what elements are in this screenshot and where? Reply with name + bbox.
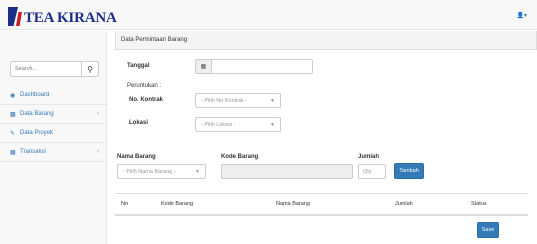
main-content: Data Permintaan Barang Tanggal ▦ Peruntu…	[107, 31, 537, 244]
jumlah-label: Jumlah	[358, 154, 380, 160]
chevron-down-icon: ▼	[195, 169, 200, 175]
lokasi-label: Lokasi	[129, 120, 149, 126]
user-menu[interactable]: 👤▾	[517, 12, 528, 19]
sidebar-item-label: Dashboard	[20, 92, 50, 98]
jumlah-input[interactable]: Qty	[358, 164, 386, 179]
column-header-no: No	[121, 201, 129, 207]
sidebar-item-dashboard[interactable]: ◉ Dashboard	[0, 86, 106, 105]
kontrak-select-value: - Pilih No Kontrak -	[201, 98, 248, 104]
column-header-status: Status	[471, 201, 487, 207]
search-icon: ⚲	[87, 64, 93, 74]
chevron-down-icon: ▼	[270, 98, 275, 104]
search-input[interactable]	[10, 61, 82, 77]
sidebar-item-label: Data Proyek	[20, 130, 54, 136]
save-button[interactable]: Save	[477, 222, 499, 238]
sidebar-item-label: Data Barang	[20, 111, 54, 117]
column-header-kode-barang: Kode Barang	[161, 201, 194, 207]
kontrak-select[interactable]: - Pilih No Kontrak - ▼	[195, 93, 281, 108]
lokasi-select[interactable]: - Pilih Lokasi - ▼	[195, 117, 281, 132]
brand-logo[interactable]: TEA KIRANA	[8, 6, 117, 26]
table-header: No Kode Barang Nama Barang Jumlah Status	[115, 193, 528, 216]
column-header-jumlah: Jumlah	[395, 201, 413, 207]
search-button[interactable]: ⚲	[82, 61, 99, 77]
chevron-left-icon: ‹	[97, 149, 99, 155]
kode-barang-field	[221, 164, 353, 179]
sidebar-item-data-proyek[interactable]: ✎ Data Proyek	[0, 124, 106, 143]
peruntukan-label: Peruntukan :	[127, 83, 162, 89]
column-header-nama-barang: Nama Barang	[276, 201, 310, 207]
tanggal-input[interactable]	[211, 59, 313, 74]
nama-barang-select-value: - Pilih Nama Barang -	[123, 169, 176, 175]
chevron-down-icon: ▼	[270, 122, 275, 128]
items-table: No Kode Barang Nama Barang Jumlah Status	[115, 193, 528, 216]
chevron-left-icon: ‹	[97, 111, 99, 117]
sidebar-item-data-barang[interactable]: ▩ Data Barang ‹	[0, 105, 106, 124]
chevron-down-icon: ▾	[523, 13, 527, 19]
lokasi-select-value: - Pilih Lokasi -	[201, 122, 236, 128]
sidebar-nav: ◉ Dashboard ▩ Data Barang ‹ ✎ Data Proye…	[0, 86, 106, 162]
kode-barang-label: Kode Barang	[221, 154, 259, 160]
sidebar-item-label: Transaksi	[20, 149, 46, 155]
user-icon: 👤	[516, 13, 524, 19]
logo-mark-red	[16, 12, 22, 26]
sidebar: ⚲ ◉ Dashboard ▩ Data Barang ‹ ✎ Data Pro…	[0, 31, 107, 244]
tambah-button[interactable]: Tambah	[394, 163, 424, 179]
kontrak-label: No. Kontrak	[129, 97, 164, 103]
bar-chart-icon: ▩	[10, 111, 16, 118]
nama-barang-select[interactable]: - Pilih Nama Barang - ▼	[117, 164, 206, 179]
top-navbar: TEA KIRANA 👤▾	[0, 0, 537, 30]
edit-icon: ✎	[10, 130, 16, 137]
table-icon: ▦	[10, 149, 16, 156]
brand-name: TEA KIRANA	[24, 10, 117, 26]
calendar-icon[interactable]: ▦	[195, 59, 212, 74]
sidebar-search: ⚲	[10, 61, 99, 77]
nama-barang-label: Nama Barang	[117, 154, 156, 160]
panel-title: Data Permintaan Barang	[115, 31, 537, 50]
sidebar-item-transaksi[interactable]: ▦ Transaksi ‹	[0, 143, 106, 162]
tanggal-label: Tanggal	[127, 63, 150, 69]
dashboard-icon: ◉	[10, 92, 16, 99]
